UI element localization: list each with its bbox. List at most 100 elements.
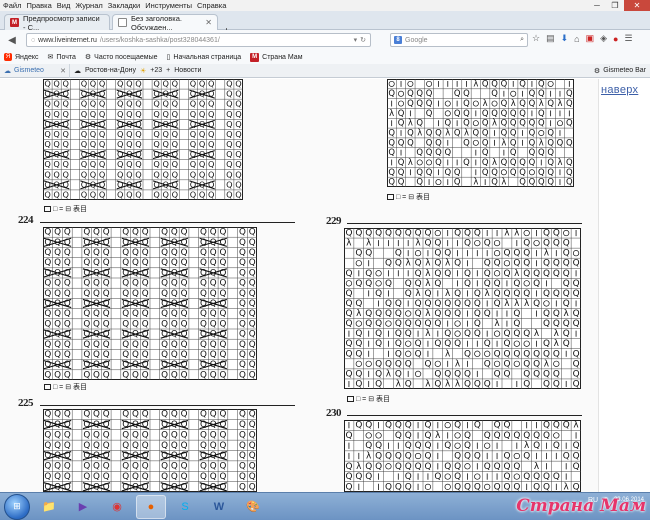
menu-help[interactable]: Справка — [197, 1, 226, 10]
decrease-symbol: λ — [564, 309, 569, 319]
stitch-symbol: Q — [235, 169, 241, 179]
stitch-symbol: Q — [463, 118, 470, 128]
bookmark-strana-mam[interactable]: M Страна Мам — [250, 52, 303, 62]
gismeteo-bar[interactable]: ⚙ Gismeteo Bar — [594, 67, 646, 75]
start-button[interactable]: ⊞ — [4, 493, 30, 520]
search-icon[interactable]: ⌕ — [520, 36, 527, 44]
stitch-symbol: Q — [226, 119, 232, 129]
stitch-symbol: Q — [503, 289, 510, 299]
stitch-symbol: Q — [385, 359, 392, 369]
stitch-symbol: Q — [99, 79, 105, 89]
menu-edit[interactable]: Правка — [26, 1, 51, 10]
word-icon[interactable]: W — [204, 495, 234, 519]
reload-icon[interactable]: ↻ — [360, 36, 366, 44]
stitch-symbol: Q — [424, 289, 431, 299]
home-icon[interactable]: ⌂ — [574, 34, 579, 44]
stitch-symbol: Q — [533, 482, 540, 492]
gismeteo-button[interactable]: ☁ Gismeteo ✕ — [0, 63, 70, 78]
download-icon[interactable]: ⬇ — [561, 33, 569, 44]
weather-widget[interactable]: ☁ Ростов-на-Дону ☀ +23 + Новости — [70, 67, 201, 75]
stitch-symbol: Q — [132, 441, 139, 451]
stitch-symbol: Q — [543, 229, 550, 239]
decrease-symbol: λ — [445, 379, 450, 389]
skype-icon[interactable]: S — [170, 495, 200, 519]
bookmark-yandex[interactable]: Я Яндекс — [4, 53, 39, 61]
menu-history[interactable]: Журнал — [75, 1, 102, 10]
decrease-symbol: λ — [501, 177, 506, 187]
menu-icon[interactable]: ☰ — [624, 33, 632, 44]
stitch-symbol: Q — [547, 157, 554, 167]
tab-discussion[interactable]: Без заголовка. Обсужден... ✕ — [112, 14, 218, 32]
stitch-symbol: Q — [83, 289, 90, 299]
stitch-symbol: Q — [103, 370, 110, 380]
stitch-symbol: Q — [533, 441, 540, 451]
close-tab-icon[interactable]: ✕ — [205, 18, 212, 27]
stitch-symbol: Q — [132, 289, 139, 299]
stitch-symbol: Q — [388, 128, 395, 138]
stitch-symbol: Q — [563, 259, 570, 269]
stitch-symbol: Q — [444, 462, 451, 472]
stitch-symbol: Q — [210, 472, 217, 482]
stitch-symbol: Q — [395, 329, 402, 339]
stitch-symbol: Q — [345, 289, 352, 299]
library-icon[interactable]: ▤ — [546, 33, 555, 44]
stitch-symbol: Q — [135, 139, 141, 149]
stitch-symbol: Q — [573, 279, 580, 289]
stitch-symbol: Q — [494, 279, 501, 289]
stitch-symbol: Q — [226, 169, 232, 179]
stitch-symbol: Q — [122, 248, 129, 258]
save-icon[interactable]: ● — [613, 34, 618, 44]
dropdown-icon[interactable]: ▾ — [354, 36, 358, 44]
minimize-icon[interactable]: ─ — [588, 0, 606, 11]
media-player-icon[interactable]: ▶ — [68, 495, 98, 519]
menu-tools[interactable]: Инструменты — [145, 1, 192, 10]
stitch-symbol: Q — [563, 421, 570, 431]
stitch-symbol: Q — [416, 177, 423, 187]
stitch-symbol: Q — [132, 350, 139, 360]
decrease-symbol: λ — [473, 79, 478, 88]
decrease-symbol: λ — [408, 118, 413, 128]
google-icon[interactable]: 8 — [394, 36, 402, 44]
url-bar[interactable]: ◌ www.liveinternet.ru/users/koshka-sashk… — [26, 33, 371, 47]
menu-bookmarks[interactable]: Закладки — [108, 1, 140, 10]
search-box[interactable]: 8 Google ⌕ — [390, 33, 528, 47]
firefox-icon[interactable]: ● — [136, 494, 166, 519]
stitch-symbol: Q — [444, 329, 451, 339]
stitch-symbol: Q — [181, 319, 188, 329]
bookmark-mail[interactable]: ✉ Почта — [48, 53, 76, 62]
weather-news[interactable]: Новости — [174, 67, 201, 74]
stitch-symbol: Q — [434, 269, 441, 279]
bookmark-start-page[interactable]: ▯ Начальная страница — [167, 53, 242, 62]
stitch-symbol: Q — [142, 340, 149, 350]
addon-icon[interactable]: ▣ — [586, 33, 595, 44]
maximize-icon[interactable]: ❐ — [606, 0, 624, 11]
back-to-top-link[interactable]: наверх — [601, 84, 638, 96]
pattern-chart: Q Q Q Q Q Q Q Q Q Q Q Q Q Q Q Q QQ Q Q Q Q Q Q Q Q Q Q Q Q Q Q Q QQ Q Q Q Q Q… — [43, 79, 243, 200]
tab-preview[interactable]: M Предпросмотр записи - С... — [4, 14, 110, 32]
back-icon[interactable]: ◀ — [4, 32, 20, 48]
stitch-symbol: Q — [494, 431, 501, 441]
stitch-symbol: Q — [543, 482, 550, 492]
chrome-icon[interactable]: ◉ — [102, 495, 132, 519]
puzzle-icon[interactable]: ◈ — [600, 33, 607, 44]
stitch-symbol: Q — [566, 98, 573, 108]
stitch-symbol: Q — [226, 149, 232, 159]
stitch-symbol: Q — [103, 309, 110, 319]
sun-icon: ☀ — [140, 67, 147, 75]
stitch-symbol: Q — [249, 289, 256, 299]
close-icon[interactable]: ✕ — [60, 67, 69, 75]
bookmark-frequent[interactable]: ⚙ Часто посещаемые — [85, 53, 158, 62]
star-icon[interactable]: ☆ — [532, 33, 540, 44]
stitch-symbol: Q — [249, 319, 256, 329]
stitch-symbol: Q — [543, 339, 550, 349]
decrease-symbol: λ — [501, 137, 506, 147]
paint-icon[interactable]: 🎨 — [238, 495, 268, 519]
stitch-symbol: Q — [249, 268, 256, 278]
stitch-symbol: Q — [90, 139, 96, 149]
stitch-symbol: Q — [494, 259, 501, 269]
menu-file[interactable]: Файл — [3, 1, 21, 10]
menu-view[interactable]: Вид — [57, 1, 71, 10]
explorer-icon[interactable]: 📁 — [34, 495, 64, 519]
close-window-icon[interactable]: ✕ — [624, 0, 650, 11]
stitch-symbol: Q — [529, 98, 536, 108]
